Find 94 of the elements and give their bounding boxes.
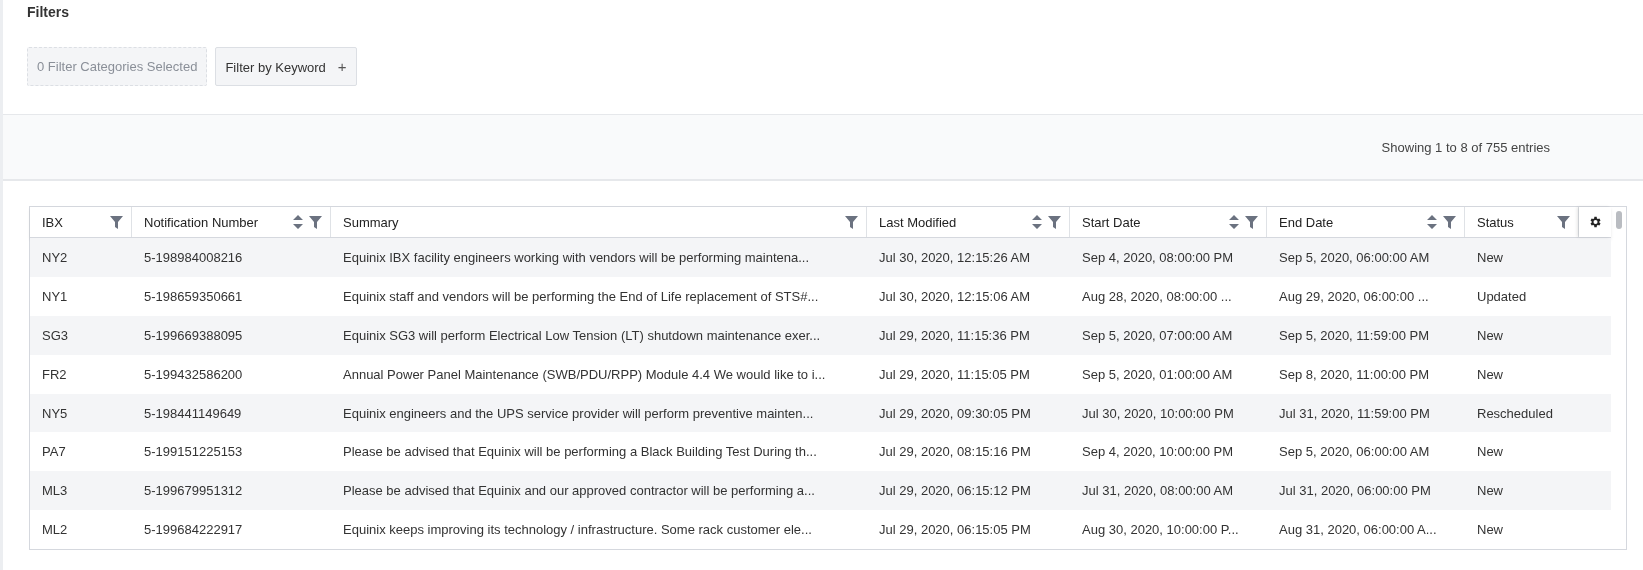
table-cell-text: Jul 29, 2020, 11:15:36 PM	[878, 327, 1031, 343]
column-header[interactable]: IBX	[30, 207, 132, 237]
table-cell-text: Please be advised that Equinix will be performing a Black Building Test During th...	[342, 444, 818, 460]
table-cell-text: Jul 29, 2020, 09:30:05 PM	[878, 405, 1032, 421]
table-cell-text: New	[1476, 327, 1504, 343]
table-cell-text: 5-198441149649	[143, 405, 243, 421]
table-cell-text: NY5	[41, 405, 69, 421]
table-cell-text: Sep 5, 2020, 01:00:00 AM	[1081, 366, 1234, 382]
table-cell-text: Aug 29, 2020, 06:00:00 ...	[1278, 288, 1430, 304]
scrollbar-thumb[interactable]	[1615, 211, 1622, 229]
column-label: Notification Number	[144, 214, 259, 230]
table-cell-text: Jul 29, 2020, 08:15:16 PM	[878, 444, 1032, 460]
table-cell-text: Equinix SG3 will perform Electrical Low Tension (LT) shutdown maintenance exer...	[342, 327, 822, 343]
column-label: End Date	[1279, 214, 1334, 230]
table-cell-text: Sep 4, 2020, 10:00:00 PM	[1081, 444, 1235, 460]
table-cell-text: PA7	[41, 444, 67, 460]
column-header[interactable]: Status	[1465, 207, 1579, 237]
table-cell-text: 5-198984008216	[143, 249, 244, 265]
table-cell-text: Aug 28, 2020, 08:00:00 ...	[1081, 288, 1233, 304]
table-cell-text: Aug 30, 2020, 10:00:00 P...	[1081, 522, 1240, 538]
table-cell-text: 5-199432586200	[143, 366, 244, 382]
filter-icon[interactable]	[110, 215, 123, 229]
filter-icon[interactable]	[309, 215, 322, 229]
filters-title: Filters	[27, 4, 70, 20]
table-cell-text: Aug 31, 2020, 06:00:00 A...	[1278, 522, 1438, 538]
column-label: Summary	[343, 214, 399, 230]
table-cell-text: Sep 8, 2020, 11:00:00 PM	[1278, 366, 1431, 382]
table-cell-text: Equinix keeps improving its technology / infrastructure. Some rack customer ele...	[342, 522, 813, 538]
table-cell-text: Equinix staff and vendors will be performing the End of Life replacement of STS#...	[342, 288, 820, 304]
table-row[interactable]: ML2 5-199684222917 Equinix keeps improving its technology / infrastructure. Some rack customer ele... Jul 29, 2020, 06:15:05 PM Aug 30, 2020, 10:00:00 P... Aug 31, 2020, 06:00:00 A... New	[30, 510, 1611, 550]
table-cell-text: New	[1476, 483, 1504, 499]
table-cell-text: Annual Power Panel Maintenance (SWB/PDU/RPP) Module 4.4 We would like to i...	[342, 366, 827, 382]
table-row[interactable]: FR2 5-199432586200 Annual Power Panel Maintenance (SWB/PDU/RPP) Module 4.4 We would like to i... Jul 29, 2020, 11:15:05 PM Sep 5, 2020, 01:00:00 AM Sep 8, 2020, 11:00:00 PM New	[30, 354, 1611, 394]
table-cell-text: Equinix IBX facility engineers working with vendors will be performing maintena...	[342, 249, 811, 265]
sort-icon[interactable]	[1427, 215, 1437, 229]
table-cell-text: Jul 29, 2020, 06:15:05 PM	[878, 522, 1032, 538]
table-cell-text: Sep 5, 2020, 07:00:00 AM	[1081, 327, 1234, 343]
table-cell-text: Equinix engineers and the UPS service provider will perform preventive mainten...	[342, 405, 815, 421]
entries-count: Showing 1 to 8 of 755 entries	[1381, 139, 1550, 155]
sort-icon[interactable]	[1229, 215, 1239, 229]
column-label: Last Modified	[879, 214, 957, 230]
table-cell-text: Jul 30, 2020, 12:15:06 AM	[878, 288, 1032, 304]
table-row[interactable]: NY2 5-198984008216 Equinix IBX facility engineers working with vendors will be performing maintena... Jul 30, 2020, 12:15:26 AM Sep 4, 2020, 08:00:00 PM Sep 5, 2020, 06:00:00 AM New	[30, 238, 1611, 277]
table-cell-text: Jul 31, 2020, 08:00:00 AM	[1081, 483, 1235, 499]
settings-icon[interactable]	[1588, 215, 1602, 229]
filter-icon[interactable]	[1048, 215, 1061, 229]
table-cell-text: Sep 5, 2020, 11:59:00 PM	[1278, 327, 1431, 343]
filter-icon[interactable]	[1245, 215, 1258, 229]
table-cell-text: Rescheduled	[1476, 405, 1554, 421]
column-header[interactable]: Start Date	[1070, 207, 1267, 237]
sort-icon[interactable]	[1032, 215, 1042, 229]
table-cell-text: NY1	[41, 288, 69, 304]
table-cell-text: 5-199669388095	[143, 327, 244, 343]
column-header[interactable]: Summary	[331, 207, 867, 237]
table-cell-text: FR2	[41, 366, 68, 382]
column-label: IBX	[42, 214, 63, 230]
table-row[interactable]: NY1 5-198659350661 Equinix staff and vendors will be performing the End of Life replacement of STS#... Jul 30, 2020, 12:15:06 AM Aug 28, 2020, 08:00:00 ... Aug 29, 2020, 06:00:00 ... Updated	[30, 276, 1611, 316]
column-header[interactable]: Notification Number	[132, 207, 331, 237]
table-cell-text: Sep 5, 2020, 06:00:00 AM	[1278, 249, 1431, 265]
table-cell-text: Jul 31, 2020, 06:00:00 PM	[1278, 483, 1432, 499]
table-row[interactable]: NY5 5-198441149649 Equinix engineers and the UPS service provider will perform preventive mainten... Jul 29, 2020, 09:30:05 PM Jul 30, 2020, 10:00:00 PM Jul 31, 2020, 11:59:00 PM Rescheduled	[30, 393, 1611, 433]
column-header[interactable]: End Date	[1267, 207, 1465, 237]
filter-by-keyword-button[interactable]: Filter by Keyword +	[215, 47, 357, 86]
table-cell-text: ML3	[41, 483, 69, 499]
table-cell-text: New	[1476, 444, 1504, 460]
column-label: Start Date	[1082, 214, 1141, 230]
table-cell-text: 5-198659350661	[143, 288, 244, 304]
table-cell-text: Sep 4, 2020, 08:00:00 PM	[1081, 249, 1235, 265]
filter-icon[interactable]	[1443, 215, 1456, 229]
table-cell-text: Jul 30, 2020, 10:00:00 PM	[1081, 405, 1235, 421]
table-cell-text: 5-199684222917	[143, 522, 244, 538]
table-row[interactable]: ML3 5-199679951312 Please be advised that Equinix and our approved contractor will be performing a... Jul 29, 2020, 06:15:12 PM Jul 31, 2020, 08:00:00 AM Jul 31, 2020, 06:00:00 PM New	[30, 471, 1611, 511]
table-cell-text: SG3	[41, 327, 69, 343]
table-cell-text: Jul 29, 2020, 06:15:12 PM	[878, 483, 1032, 499]
column-label: Status	[1477, 214, 1514, 230]
table-cell-text: Sep 5, 2020, 06:00:00 AM	[1278, 444, 1431, 460]
column-header[interactable]: Last Modified	[867, 207, 1070, 237]
table-cell-text: 5-199151225153	[143, 444, 244, 460]
filter-icon[interactable]	[845, 215, 858, 229]
table-cell-text: New	[1476, 522, 1504, 538]
sort-icon[interactable]	[293, 215, 303, 229]
table-cell-text: Please be advised that Equinix and our approved contractor will be performing a...	[342, 483, 816, 499]
table-row[interactable]: SG3 5-199669388095 Equinix SG3 will perform Electrical Low Tension (LT) shutdown maintenance exer... Jul 29, 2020, 11:15:36 PM Sep 5, 2020, 07:00:00 AM Sep 5, 2020, 11:59:00 PM New	[30, 315, 1611, 355]
filter-icon[interactable]	[1557, 215, 1570, 229]
table-cell-text: 5-199679951312	[143, 483, 244, 499]
table-cell-text: Jul 29, 2020, 11:15:05 PM	[878, 366, 1031, 382]
table-cell-text: Jul 31, 2020, 11:59:00 PM	[1278, 405, 1431, 421]
table-cell-text: New	[1476, 366, 1504, 382]
table-cell-text: New	[1476, 249, 1504, 265]
table-cell-text: Updated	[1476, 288, 1528, 304]
table-cell-text: NY2	[41, 249, 69, 265]
table-cell-text: ML2	[41, 522, 69, 538]
table-cell-text: Jul 30, 2020, 12:15:26 AM	[878, 249, 1032, 265]
table-row[interactable]: PA7 5-199151225153 Please be advised that Equinix will be performing a Black Building Test During th... Jul 29, 2020, 08:15:16 PM Sep 4, 2020, 10:00:00 PM Sep 5, 2020, 06:00:00 AM New	[30, 432, 1611, 472]
